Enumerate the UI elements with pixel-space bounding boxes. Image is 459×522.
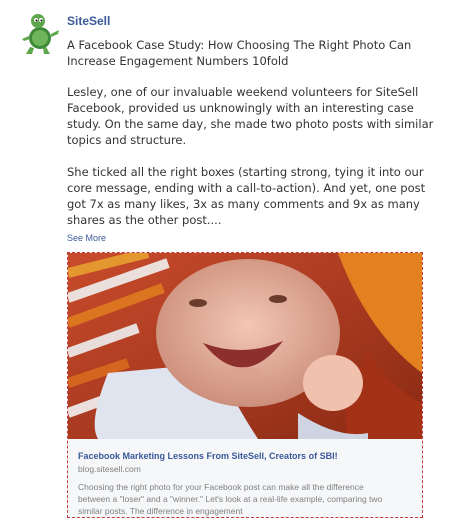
turtle-logo-icon bbox=[22, 14, 59, 54]
link-attachment[interactable]: Facebook Marketing Lessons From SiteSell… bbox=[67, 252, 423, 518]
page-name-link[interactable]: SiteSell bbox=[67, 14, 110, 28]
baby-photo[interactable] bbox=[68, 253, 422, 439]
link-title[interactable]: Facebook Marketing Lessons From SiteSell… bbox=[78, 451, 338, 461]
link-description: Choosing the right photo for your Facebo… bbox=[78, 482, 383, 516]
see-more-link[interactable]: See More bbox=[67, 233, 106, 243]
post-title: A Facebook Case Study: How Choosing The … bbox=[67, 38, 412, 68]
post-paragraph: Lesley, one of our invaluable weekend vo… bbox=[67, 85, 434, 147]
link-domain: blog.sitesell.com bbox=[78, 464, 141, 474]
post-paragraph: She ticked all the right boxes (starting… bbox=[67, 165, 426, 227]
sitesell-turtle-avatar[interactable] bbox=[20, 12, 60, 56]
post-body: Lesley, one of our invaluable weekend vo… bbox=[67, 84, 447, 244]
